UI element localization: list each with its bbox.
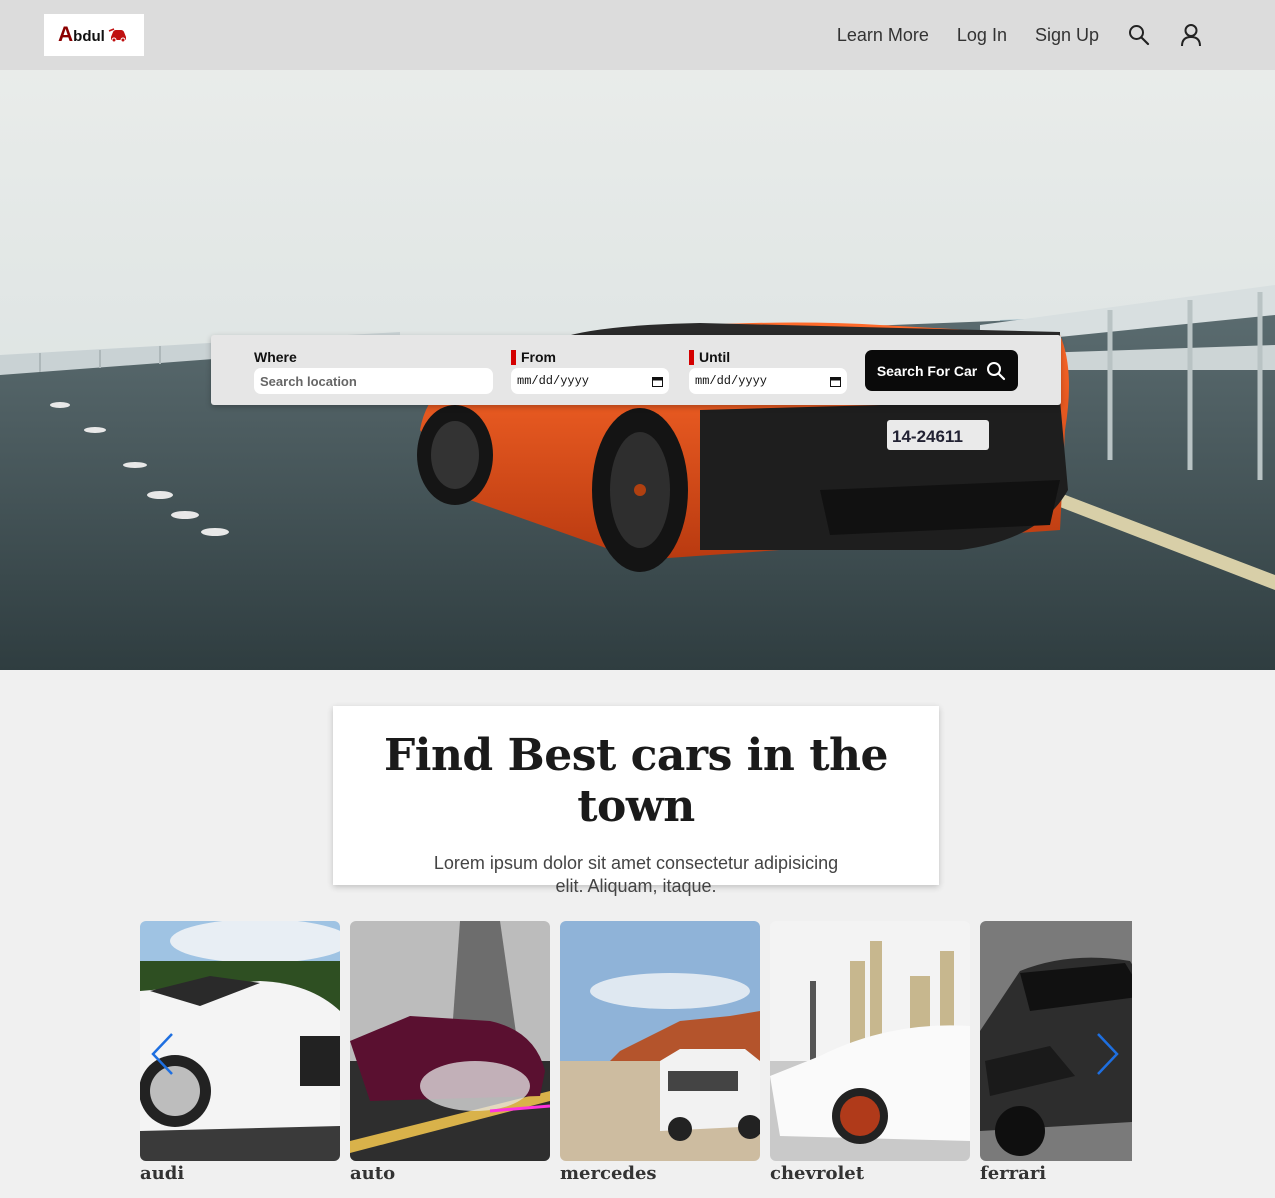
- from-date-placeholder: mm/dd/yyyy: [517, 374, 590, 388]
- location-input[interactable]: [254, 368, 493, 394]
- site-header: Abdul Learn More Log In Sign Up: [0, 0, 1275, 70]
- nav-learn-more[interactable]: Learn More: [837, 25, 929, 46]
- until-label: Until: [699, 349, 731, 365]
- until-label-row: Until: [689, 348, 847, 366]
- from-label: From: [521, 349, 556, 365]
- car-brand-carousel: audi auto mercedes chevrolet ferrari: [140, 921, 1132, 1198]
- car-card-mercedes[interactable]: mercedes: [560, 921, 760, 1184]
- until-field: Until mm/dd/yyyy: [689, 348, 847, 394]
- nav-sign-up[interactable]: Sign Up: [1035, 25, 1099, 46]
- carousel-next-arrow-icon[interactable]: [1096, 1032, 1120, 1076]
- car-image: [350, 921, 550, 1161]
- until-date-placeholder: mm/dd/yyyy: [695, 374, 768, 388]
- logo-rest: bdul: [73, 28, 105, 45]
- car-card-auto[interactable]: auto: [350, 921, 550, 1184]
- search-for-car-button[interactable]: Search For Car: [865, 350, 1018, 391]
- calendar-icon[interactable]: [652, 376, 663, 387]
- logo[interactable]: Abdul: [44, 14, 144, 56]
- logo-initial: A: [58, 23, 74, 46]
- car-image: [560, 921, 760, 1161]
- from-field: From mm/dd/yyyy: [511, 348, 669, 394]
- until-date-input[interactable]: mm/dd/yyyy: [689, 368, 847, 394]
- from-date-input[interactable]: mm/dd/yyyy: [511, 368, 669, 394]
- calendar-icon[interactable]: [830, 376, 841, 387]
- carousel-prev-arrow-icon[interactable]: [150, 1032, 174, 1076]
- intro-card: Find Best cars in the town Lorem ipsum d…: [333, 706, 939, 896]
- where-label: Where: [254, 349, 297, 365]
- search-icon[interactable]: [1127, 23, 1151, 47]
- car-logo-icon: [108, 28, 126, 43]
- logo-text: Abdul: [58, 23, 105, 47]
- nav-log-in[interactable]: Log In: [957, 25, 1007, 46]
- svg-text:14-24611: 14-24611: [892, 427, 963, 446]
- user-icon[interactable]: [1179, 23, 1203, 47]
- search-button-label: Search For Car: [876, 362, 978, 379]
- required-marker: [689, 349, 694, 365]
- car-card-label: ferrari: [980, 1163, 1047, 1184]
- car-card-chevrolet[interactable]: chevrolet: [770, 921, 970, 1184]
- car-card-label: auto: [350, 1163, 396, 1184]
- required-marker: [511, 349, 516, 365]
- car-image: [770, 921, 970, 1161]
- main-nav: Learn More Log In Sign Up: [837, 0, 1275, 70]
- car-search-bar: Where From mm/dd/yyyy Until mm/dd/yyyy S…: [211, 335, 1061, 405]
- intro-title: Find Best cars in the town: [383, 730, 889, 832]
- car-card-label: mercedes: [560, 1163, 657, 1184]
- where-field: Where: [254, 348, 493, 394]
- search-icon: [987, 361, 1006, 380]
- car-card-label: audi: [140, 1163, 185, 1184]
- car-card-label: chevrolet: [770, 1163, 865, 1184]
- intro-text: Lorem ipsum dolor sit amet consectetur a…: [433, 853, 839, 896]
- from-label-row: From: [511, 348, 669, 366]
